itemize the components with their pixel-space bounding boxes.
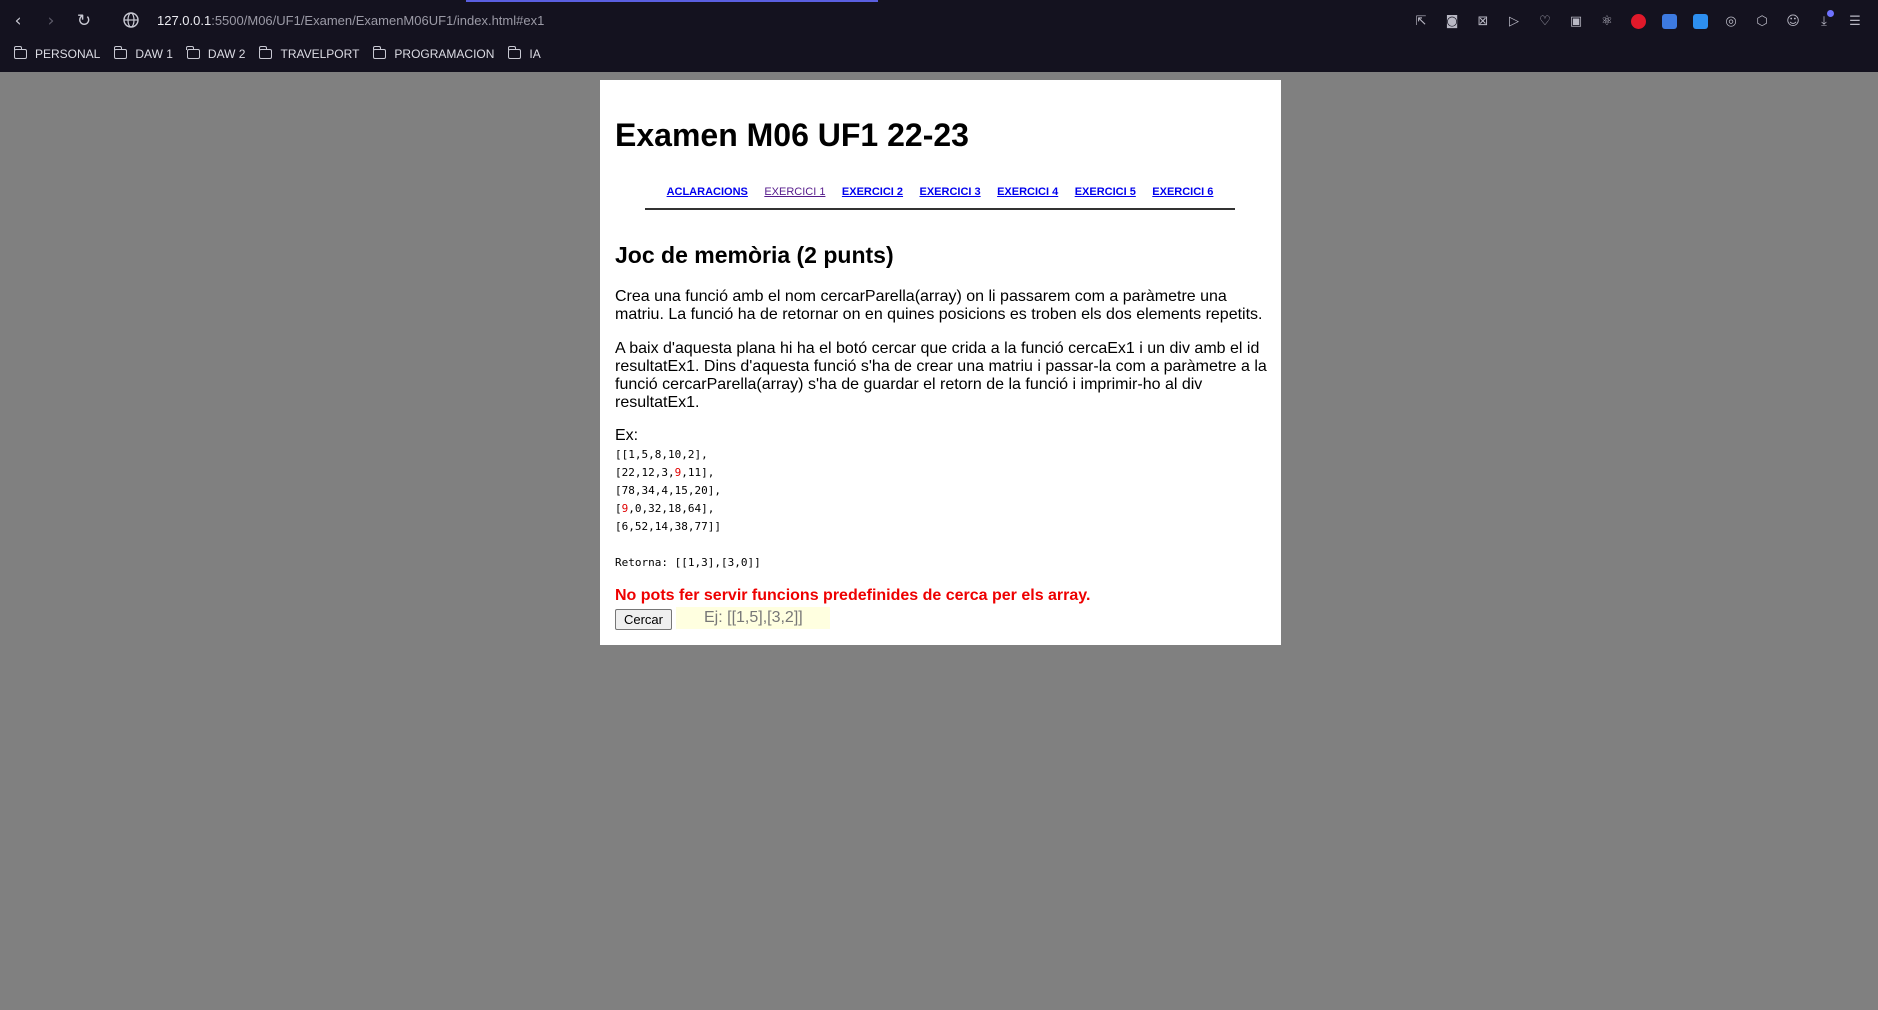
- bookmark-folder[interactable]: PROGRAMACION: [372, 46, 495, 61]
- bookmarks-bar: PERSONAL DAW 1 DAW 2 TRAVELPORT PROGRAMA…: [13, 44, 541, 64]
- bookmark-folder[interactable]: DAW 1: [113, 46, 173, 61]
- record-icon[interactable]: ◎: [1720, 10, 1742, 32]
- exercise-instructions: A baix d'aquesta plana hi ha el botó cer…: [615, 340, 1267, 411]
- warning-text: No pots fer servir funcions predefinides…: [615, 587, 1091, 604]
- menu-link-exercici-2[interactable]: EXERCICI 2: [842, 186, 903, 198]
- example-label: Ex:: [615, 427, 639, 444]
- screenshot-icon[interactable]: ◙: [1441, 10, 1463, 32]
- matrix-row: [6,52,14,38,77]]: [615, 520, 721, 533]
- matrix-row: [78,34,4,15,20],: [615, 484, 721, 497]
- folder-icon: [186, 46, 200, 59]
- result-output: Ej: [[1,5],[3,2]]: [676, 607, 830, 629]
- example-return: Retorna: [[1,3],[3,0]]: [615, 556, 761, 569]
- folder-icon: [507, 46, 522, 59]
- folder-icon: [113, 46, 128, 59]
- bookmark-label: IA: [529, 47, 541, 61]
- page-title: Examen M06 UF1 22-23: [615, 117, 969, 153]
- bookmark-folder[interactable]: TRAVELPORT: [258, 46, 360, 61]
- bookmark-label: DAW 1: [135, 47, 173, 61]
- send-icon[interactable]: ▷: [1503, 10, 1525, 32]
- extension-x-icon[interactable]: ⊠: [1472, 10, 1494, 32]
- profile-icon[interactable]: ☺: [1782, 10, 1804, 32]
- bookmark-folder[interactable]: IA: [507, 46, 541, 61]
- folder-icon: [372, 46, 387, 59]
- exercise-title: Joc de memòria (2 punts): [615, 242, 894, 268]
- menu-link-exercici-5[interactable]: EXERCICI 5: [1075, 186, 1136, 198]
- exam-page: Examen M06 UF1 22-23 ACLARACIONS EXERCIC…: [600, 80, 1281, 645]
- exercise-description: Crea una funció amb el nom cercarParella…: [615, 288, 1263, 323]
- share-icon[interactable]: ⇱: [1410, 10, 1432, 32]
- address-bar[interactable]: 127.0.0.1:5500/M06/UF1/Examen/ExamenM06U…: [157, 12, 544, 30]
- bookmark-label: DAW 2: [207, 47, 246, 61]
- cube-icon[interactable]: ⬡: [1751, 10, 1773, 32]
- globe-icon[interactable]: [122, 11, 140, 29]
- browser-chrome: ‹ › ↻ 127.0.0.1:5500/M06/UF1/Examen/Exam…: [0, 0, 1878, 72]
- translate-icon[interactable]: [1658, 10, 1680, 32]
- menu-link-exercici-4[interactable]: EXERCICI 4: [997, 186, 1058, 198]
- exercise-menu: ACLARACIONS EXERCICI 1 EXERCICI 2 EXERCI…: [645, 182, 1235, 210]
- extensions-toolbar: ⇱ ◙ ⊠ ▷ ♡ ▣ ⚛ ◎ ⬡ ☺ ⤓ ☰: [1410, 10, 1866, 32]
- heart-icon[interactable]: ♡: [1534, 10, 1556, 32]
- bookmark-folder[interactable]: DAW 2: [186, 46, 246, 61]
- menu-link-aclaracions[interactable]: ACLARACIONS: [667, 186, 748, 198]
- matrix-row: [[1,5,8,10,2],: [615, 448, 708, 461]
- folder-icon: [13, 46, 27, 59]
- downloads-icon[interactable]: ⤓: [1813, 10, 1835, 32]
- folder-icon: [258, 46, 273, 59]
- url-host: 127.0.0.1: [157, 13, 212, 28]
- react-devtools-icon[interactable]: ⚛: [1596, 10, 1618, 32]
- matrix-row: [22,12,3,9,11],: [615, 466, 715, 479]
- reload-icon[interactable]: ↻: [73, 10, 95, 32]
- bookmark-label: PERSONAL: [35, 47, 101, 61]
- bookmark-label: TRAVELPORT: [280, 47, 360, 61]
- adblock-icon[interactable]: [1627, 10, 1649, 32]
- menu-link-exercici-3[interactable]: EXERCICI 3: [920, 186, 981, 198]
- example-matrix: [[1,5,8,10,2], [22,12,3,9,11], [78,34,4,…: [615, 446, 721, 536]
- navigation-bar: ‹ › ↻ 127.0.0.1:5500/M06/UF1/Examen/Exam…: [0, 0, 1878, 42]
- search-button[interactable]: Cercar: [615, 609, 672, 630]
- menu-link-exercici-6[interactable]: EXERCICI 6: [1152, 186, 1213, 198]
- download-helper-icon[interactable]: [1689, 10, 1711, 32]
- forward-icon[interactable]: ›: [40, 10, 62, 32]
- url-path: :5500/M06/UF1/Examen/ExamenM06UF1/index.…: [211, 13, 545, 28]
- menu-link-exercici-1[interactable]: EXERCICI 1: [764, 186, 825, 198]
- bookmark-label: PROGRAMACION: [394, 47, 495, 61]
- menu-icon[interactable]: ☰: [1844, 10, 1866, 32]
- matrix-row: [9,0,32,18,64],: [615, 502, 715, 515]
- bookmark-folder[interactable]: PERSONAL: [13, 46, 101, 61]
- vpn-icon[interactable]: ▣: [1565, 10, 1587, 32]
- back-icon[interactable]: ‹: [7, 10, 29, 32]
